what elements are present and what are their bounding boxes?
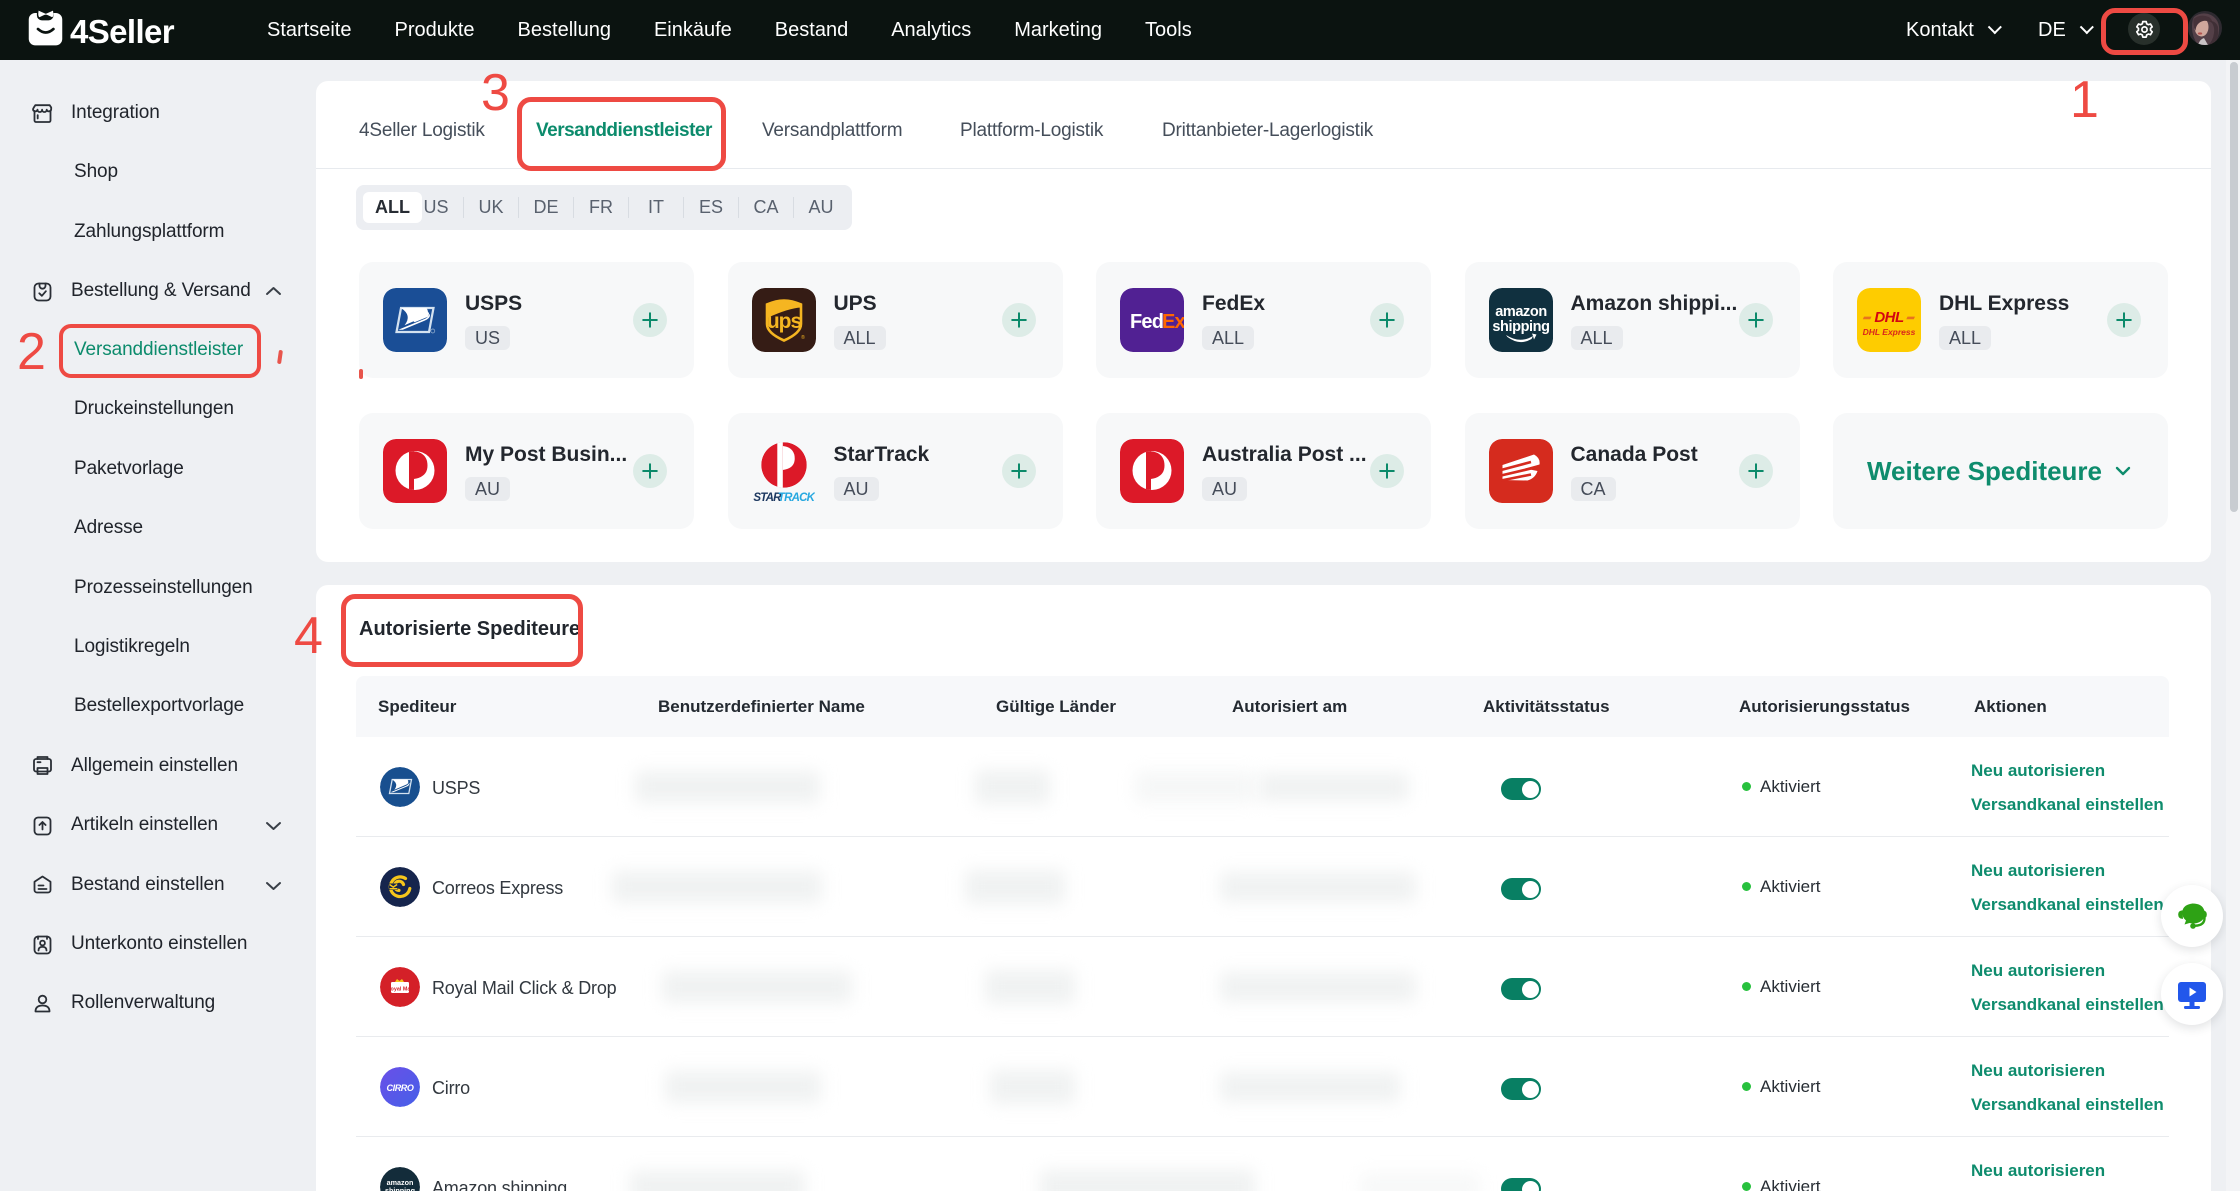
- svg-text:DHL: DHL: [1874, 309, 1904, 326]
- svg-text:Fed: Fed: [1130, 311, 1163, 333]
- svg-text:TRACK: TRACK: [777, 492, 814, 504]
- svg-text:Royal Mail: Royal Mail: [387, 987, 414, 993]
- svg-text:shipping: shipping: [385, 1186, 415, 1191]
- svg-text:DHL Express: DHL Express: [1863, 327, 1916, 337]
- svg-text:Ex: Ex: [1162, 311, 1184, 333]
- svg-text:CIRRO: CIRRO: [387, 1083, 414, 1093]
- svg-text:ups: ups: [766, 310, 801, 333]
- svg-text:shipping: shipping: [1492, 319, 1549, 335]
- svg-text:®: ®: [801, 334, 805, 341]
- svg-text:amazon: amazon: [1495, 304, 1547, 320]
